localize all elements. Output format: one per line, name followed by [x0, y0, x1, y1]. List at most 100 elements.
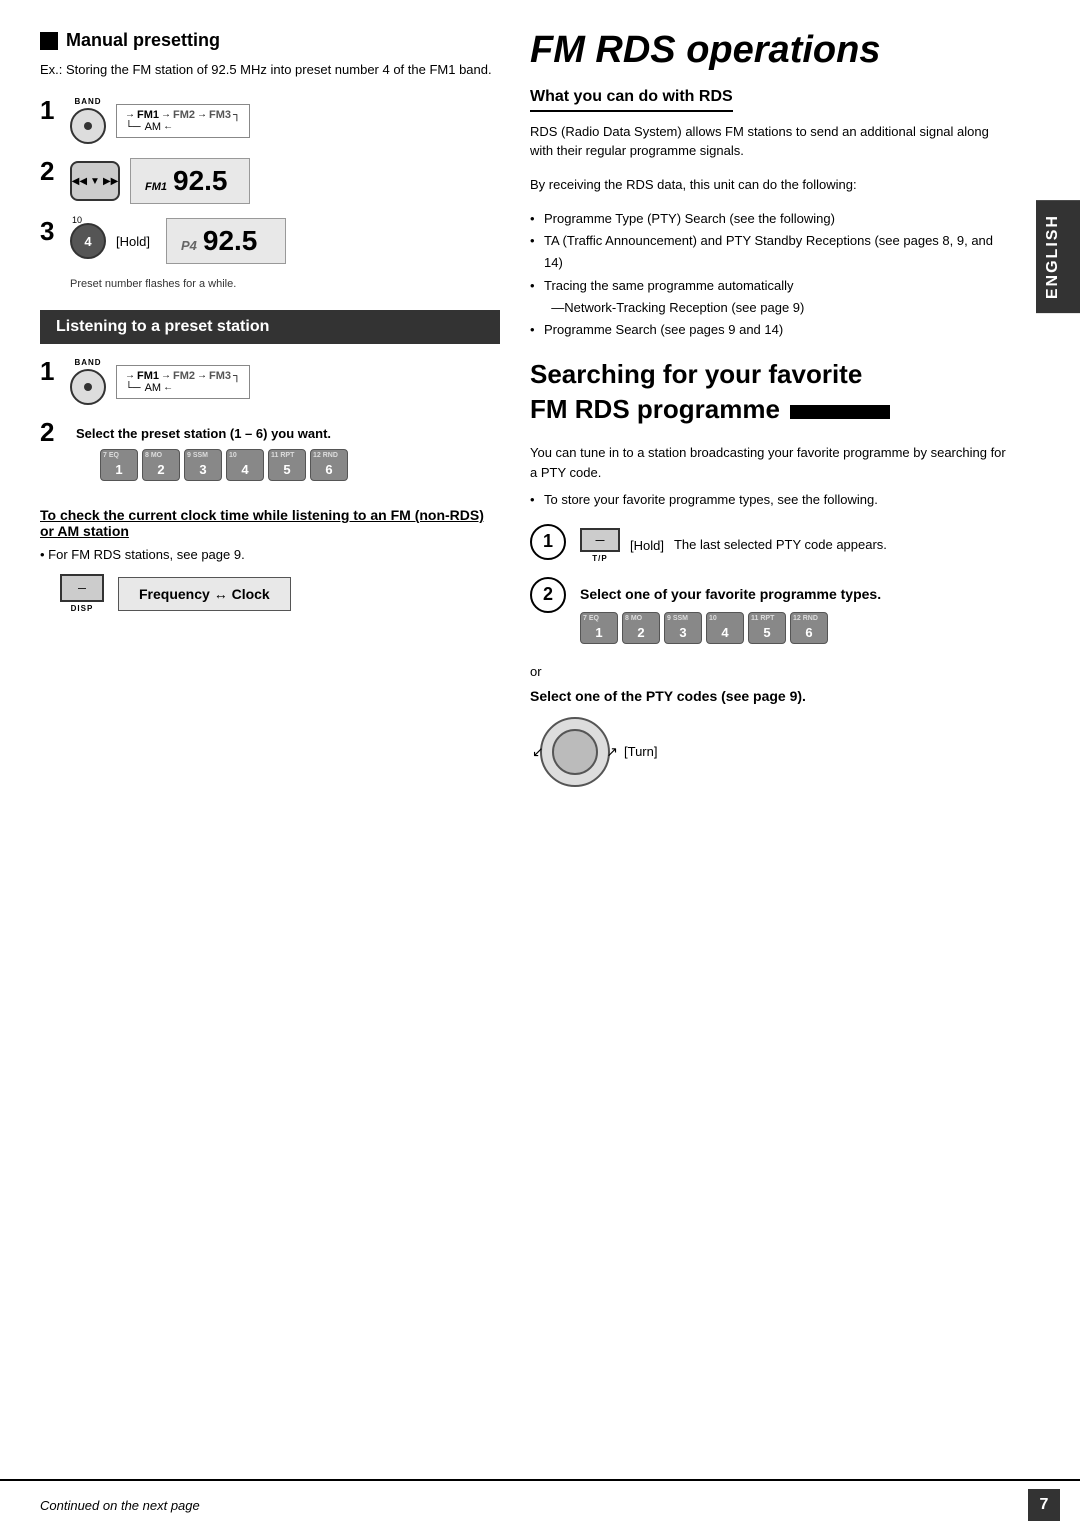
- top-right-corner: ┐: [233, 109, 241, 121]
- skip-back-icon: ◀◀: [72, 176, 87, 187]
- manual-presetting-section: Manual presetting Ex.: Storing the FM st…: [40, 30, 500, 290]
- s-preset-key-3[interactable]: 9 SSM 3: [664, 612, 702, 644]
- rds-list-item-3: Tracing the same programme automatically…: [530, 275, 1010, 319]
- key-6-value: 6: [325, 462, 332, 477]
- searching-title-2: FM RDS programme: [530, 394, 780, 425]
- s-preset-key-1[interactable]: 7 EQ 1: [580, 612, 618, 644]
- turn-row: ↙ ↗ [Turn]: [540, 717, 1010, 787]
- turn-label: [Turn]: [624, 744, 657, 759]
- knob-inner-ring: [552, 729, 598, 775]
- l-arrow-3: →: [197, 370, 207, 381]
- fm3-label: FM3: [209, 109, 231, 121]
- listening-fm-row-bottom: └─ AM ←: [125, 382, 241, 394]
- s-preset-key-4[interactable]: 10 4: [706, 612, 744, 644]
- l-arrow-2: →: [161, 370, 171, 381]
- listening-header: Listening to a preset station: [40, 310, 500, 344]
- main-content: Manual presetting Ex.: Storing the FM st…: [0, 0, 1080, 1479]
- l-arrow-1: →: [125, 370, 135, 381]
- listening-band-button[interactable]: BAND: [70, 358, 106, 405]
- band-circle[interactable]: [70, 108, 106, 144]
- searching-step-2-content: Select one of your favorite programme ty…: [580, 577, 1010, 651]
- am-label: AM: [145, 121, 162, 133]
- preset-key-5[interactable]: 11 RPT 5: [268, 449, 306, 481]
- l-fm1: FM1: [137, 370, 159, 382]
- seek-button[interactable]: ◀◀ ▼ ▶▶: [70, 161, 120, 201]
- disp-rect[interactable]: —: [60, 574, 104, 602]
- preset-flash-note: Preset number flashes for a while.: [70, 278, 500, 290]
- step-2-row: 2 ◀◀ ▼ ▶▶ FM1 92.5: [40, 158, 500, 204]
- preset-button[interactable]: 10 4: [70, 223, 106, 259]
- s-preset-key-2[interactable]: 8 MO 2: [622, 612, 660, 644]
- listening-step-2-number: 2: [40, 419, 70, 445]
- searching-hold-text: [Hold]: [630, 538, 664, 553]
- searching-step-2-row: 2 Select one of your favorite programme …: [530, 577, 1010, 651]
- preset-key-3[interactable]: 9 SSM 3: [184, 449, 222, 481]
- skip-fwd-icon: ▶▶: [103, 176, 118, 187]
- listening-section: Listening to a preset station 1 BAND: [40, 310, 500, 613]
- rds-list-item-2: TA (Traffic Announcement) and PTY Standb…: [530, 230, 1010, 274]
- preset-key-4[interactable]: 10 4: [226, 449, 264, 481]
- l-arrow-left: ←: [163, 382, 173, 393]
- disp-button[interactable]: — DISP: [60, 574, 104, 613]
- listening-band-label: BAND: [74, 358, 101, 367]
- key-3-label: 9 SSM: [187, 452, 208, 459]
- key-4-value: 4: [241, 462, 248, 477]
- key-4-label: 10: [229, 452, 237, 459]
- listening-step-2-content: Select the preset station (1 – 6) you wa…: [70, 419, 348, 487]
- s-key-2-val: 2: [637, 625, 644, 640]
- listening-step-1-number: 1: [40, 358, 70, 384]
- freq-clock-display: Frequency ↔ Clock: [118, 577, 291, 611]
- key-5-label: 11 RPT: [271, 452, 294, 459]
- listening-step-1-row: 1 BAND → FM1 →: [40, 358, 500, 405]
- step-3-content: 10 4 [Hold] P4 92.5: [70, 218, 500, 264]
- preset-key-1-num: 7 EQ: [103, 452, 119, 459]
- arrow-right-icon: →: [125, 109, 135, 120]
- tp-label: T/P: [592, 554, 607, 563]
- disp-inner: —: [78, 584, 86, 593]
- preset-key-6-num: 12 RND: [313, 452, 338, 459]
- searching-title-2-row: FM RDS programme: [530, 394, 1010, 429]
- searching-title-1: Searching for your favorite: [530, 359, 1010, 390]
- s-key-5-num: 11 RPT: [751, 615, 774, 622]
- manual-presetting-heading: Manual presetting: [66, 30, 220, 51]
- what-you-can-title: What you can do with RDS: [530, 88, 733, 112]
- turn-knob[interactable]: ↙ ↗: [540, 717, 610, 787]
- knob-arrow-right-icon: ↗: [606, 743, 618, 760]
- preset-circle-key[interactable]: 4: [70, 223, 106, 259]
- s-key-6-val: 6: [805, 625, 812, 640]
- l-fm3: FM3: [209, 370, 231, 382]
- page-footer: Continued on the next page 7: [0, 1479, 1080, 1529]
- preset-key-6[interactable]: 12 RND 6: [310, 449, 348, 481]
- preset-key-3-num: 9 SSM: [187, 452, 208, 459]
- tp-button[interactable]: — T/P: [580, 528, 620, 563]
- manual-presetting-title: Manual presetting: [40, 30, 500, 51]
- fm2-label: FM2: [173, 109, 195, 121]
- black-square-icon: [40, 32, 58, 50]
- preset-buttons-row: 7 EQ 1 8 MO 2: [100, 449, 348, 481]
- preset-key-2[interactable]: 8 MO 2: [142, 449, 180, 481]
- preset-key-5-num: 11 RPT: [271, 452, 294, 459]
- rds-list-item-1: Programme Type (PTY) Search (see the fol…: [530, 208, 1010, 230]
- bottom-left-corner: └─: [125, 121, 141, 133]
- s-key-3-val: 3: [679, 625, 686, 640]
- right-column: FM RDS operations What you can do with R…: [520, 30, 1060, 1459]
- rds-desc-2: By receiving the RDS data, this unit can…: [530, 175, 1010, 195]
- key-5-value: 5: [283, 462, 290, 477]
- band-button[interactable]: BAND: [70, 97, 106, 144]
- searching-section: Searching for your favorite FM RDS progr…: [530, 359, 1010, 787]
- preset-key-4-num: 10: [229, 452, 237, 459]
- s-preset-key-6[interactable]: 12 RND 6: [790, 612, 828, 644]
- tp-rect[interactable]: —: [580, 528, 620, 552]
- s-preset-key-5[interactable]: 11 RPT 5: [748, 612, 786, 644]
- key-2-label: 8 MO: [145, 452, 162, 459]
- searching-desc: You can tune in to a station broadcastin…: [530, 443, 1010, 482]
- clock-title: To check the current clock time while li…: [40, 507, 500, 539]
- listening-step-1-content: BAND → FM1 → FM2 →: [70, 358, 500, 405]
- p4-frequency-value: 92.5: [203, 225, 258, 257]
- step-1-content: BAND → FM1 → FM2 →: [70, 97, 500, 144]
- step-2-content: ◀◀ ▼ ▶▶ FM1 92.5: [70, 158, 500, 204]
- listening-fm-sequence: → FM1 → FM2 → FM3 ┐ └─ AM: [116, 365, 250, 399]
- listening-band-circle[interactable]: [70, 369, 106, 405]
- tp-inner: —: [596, 535, 605, 545]
- preset-key-1[interactable]: 7 EQ 1: [100, 449, 138, 481]
